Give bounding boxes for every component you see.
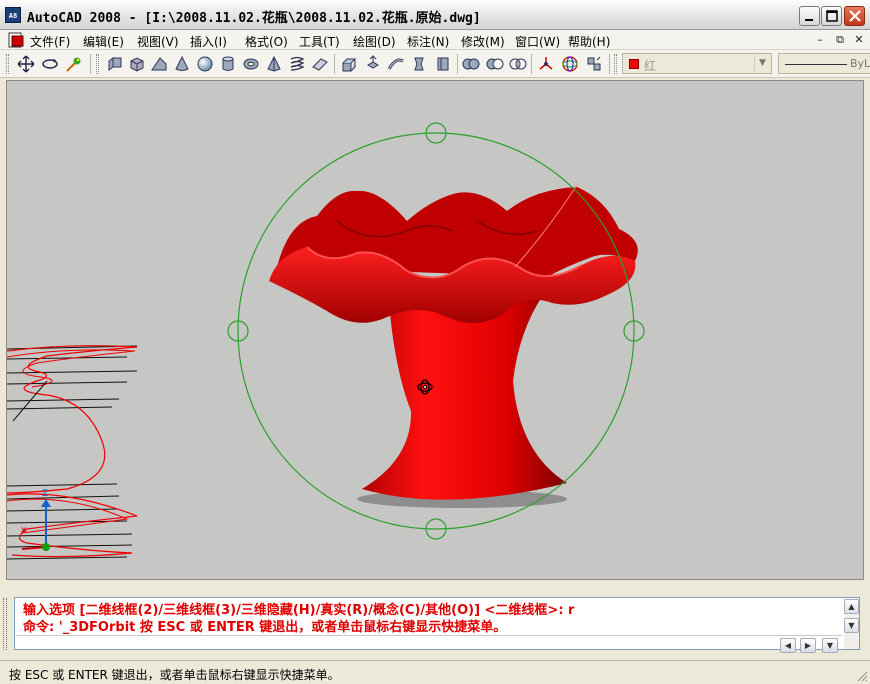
linetype-dropdown[interactable]: ByL <box>778 53 870 74</box>
render-icon[interactable] <box>65 55 83 73</box>
toolbar-separator <box>90 54 91 74</box>
toolbar: 红 ▼ ByL <box>0 50 870 78</box>
viewport-canvas[interactable]: ✕ Z <box>7 81 864 580</box>
menu-window[interactable]: 窗口(W) <box>515 33 560 50</box>
toolbar-separator <box>457 54 458 74</box>
menu-tools[interactable]: 工具(T) <box>299 33 340 50</box>
toolbar-separator <box>531 54 532 74</box>
polysolid-icon[interactable] <box>106 55 124 73</box>
sphere-icon[interactable] <box>196 55 214 73</box>
menu-format[interactable]: 格式(O) <box>245 33 288 50</box>
command-scrollbar[interactable]: ▲ ▼ <box>844 599 859 649</box>
document-icon[interactable] <box>8 32 24 48</box>
3d-move-icon[interactable] <box>537 55 555 73</box>
3d-rotate-icon[interactable] <box>561 55 579 73</box>
window-title: AutoCAD 2008 - [I:\2008.11.02.花瓶\2008.11… <box>27 11 481 26</box>
command-history: 输入选项 [二维线框(2)/三维线框(3)/三维隐藏(H)/真实(R)/概念(C… <box>14 597 860 650</box>
color-value: 红 <box>644 59 657 73</box>
close-button[interactable] <box>844 6 865 26</box>
scroll-down-icon[interactable]: ▼ <box>844 618 859 633</box>
chevron-down-icon[interactable]: ▼ <box>754 55 770 72</box>
menu-bar: 文件(F) 编辑(E) 视图(V) 插入(I) 格式(O) 工具(T) 绘图(D… <box>0 30 870 50</box>
drawing-viewport[interactable]: ✕ Z <box>6 80 864 580</box>
pan-icon[interactable] <box>17 55 35 73</box>
toolbar-grip[interactable] <box>96 54 99 74</box>
color-swatch <box>629 59 639 69</box>
toolbar-separator <box>609 54 610 74</box>
linetype-preview <box>785 64 847 65</box>
menu-file[interactable]: 文件(F) <box>30 33 70 50</box>
color-dropdown[interactable]: 红 ▼ <box>622 53 772 74</box>
minimize-button[interactable] <box>799 6 820 26</box>
toolbar-separator <box>334 54 335 74</box>
status-text: 按 ESC 或 ENTER 键退出，或者单击鼠标右键显示快捷菜单。 <box>9 668 340 682</box>
svg-text:✕: ✕ <box>20 526 28 536</box>
menu-modify[interactable]: 修改(M) <box>461 33 505 50</box>
toolbar-grip[interactable] <box>614 54 617 74</box>
menu-edit[interactable]: 编辑(E) <box>83 33 124 50</box>
revolve-icon[interactable] <box>410 55 428 73</box>
torus-icon[interactable] <box>242 55 260 73</box>
menu-dimension[interactable]: 标注(N) <box>407 33 449 50</box>
subtract-icon[interactable] <box>486 55 504 73</box>
close-icon <box>849 10 861 22</box>
scroll-up-icon[interactable]: ▲ <box>844 599 859 614</box>
doc-minimize-button[interactable]: – <box>812 32 828 47</box>
presspull-icon[interactable] <box>364 55 382 73</box>
menu-help[interactable]: 帮助(H) <box>568 33 610 50</box>
scroll-down-icon[interactable]: ▼ <box>822 638 838 653</box>
doc-close-button[interactable]: ✕ <box>851 32 867 47</box>
orbit-icon[interactable] <box>41 55 59 73</box>
vase-3d-model[interactable] <box>269 184 638 508</box>
planar-surface-icon[interactable] <box>311 55 329 73</box>
svg-text:Z: Z <box>42 489 48 499</box>
helix-icon[interactable] <box>288 55 306 73</box>
cone-icon[interactable] <box>173 55 191 73</box>
doc-restore-button[interactable]: ⧉ <box>832 32 848 47</box>
menu-insert[interactable]: 插入(I) <box>190 33 227 50</box>
sweep-icon[interactable] <box>387 55 405 73</box>
box-icon[interactable] <box>128 55 146 73</box>
extrude-icon[interactable] <box>340 55 358 73</box>
title-bar: A8 AutoCAD 2008 - [I:\2008.11.02.花瓶\2008… <box>0 0 870 30</box>
scroll-right-icon[interactable]: ▶ <box>800 638 816 653</box>
menu-draw[interactable]: 绘图(D) <box>353 33 396 50</box>
pyramid-icon[interactable] <box>265 55 283 73</box>
status-bar: 按 ESC 或 ENTER 键退出，或者单击鼠标右键显示快捷菜单。 <box>0 660 870 684</box>
maximize-icon <box>826 10 838 22</box>
wedge-icon[interactable] <box>150 55 168 73</box>
toolbar-grip[interactable] <box>6 54 9 74</box>
resize-grip-icon[interactable] <box>856 670 868 682</box>
command-input[interactable] <box>16 635 842 649</box>
minimize-icon <box>805 19 813 21</box>
3d-align-icon[interactable] <box>585 55 603 73</box>
linetype-value: ByL <box>850 57 870 70</box>
command-window: 输入选项 [二维线框(2)/三维线框(3)/三维隐藏(H)/真实(R)/概念(C… <box>0 582 870 658</box>
menu-view[interactable]: 视图(V) <box>137 33 179 50</box>
intersect-icon[interactable] <box>509 55 527 73</box>
union-icon[interactable] <box>462 55 480 73</box>
command-window-grip[interactable] <box>3 598 7 650</box>
loft-icon[interactable] <box>434 55 452 73</box>
cylinder-icon[interactable] <box>219 55 237 73</box>
scroll-left-icon[interactable]: ◀ <box>780 638 796 653</box>
autocad-app-icon[interactable]: A8 <box>5 7 21 23</box>
maximize-button[interactable] <box>821 6 842 26</box>
command-history-line: 命令: '_3DFOrbit 按 ESC 或 ENTER 键退出，或者单击鼠标右… <box>23 620 507 635</box>
